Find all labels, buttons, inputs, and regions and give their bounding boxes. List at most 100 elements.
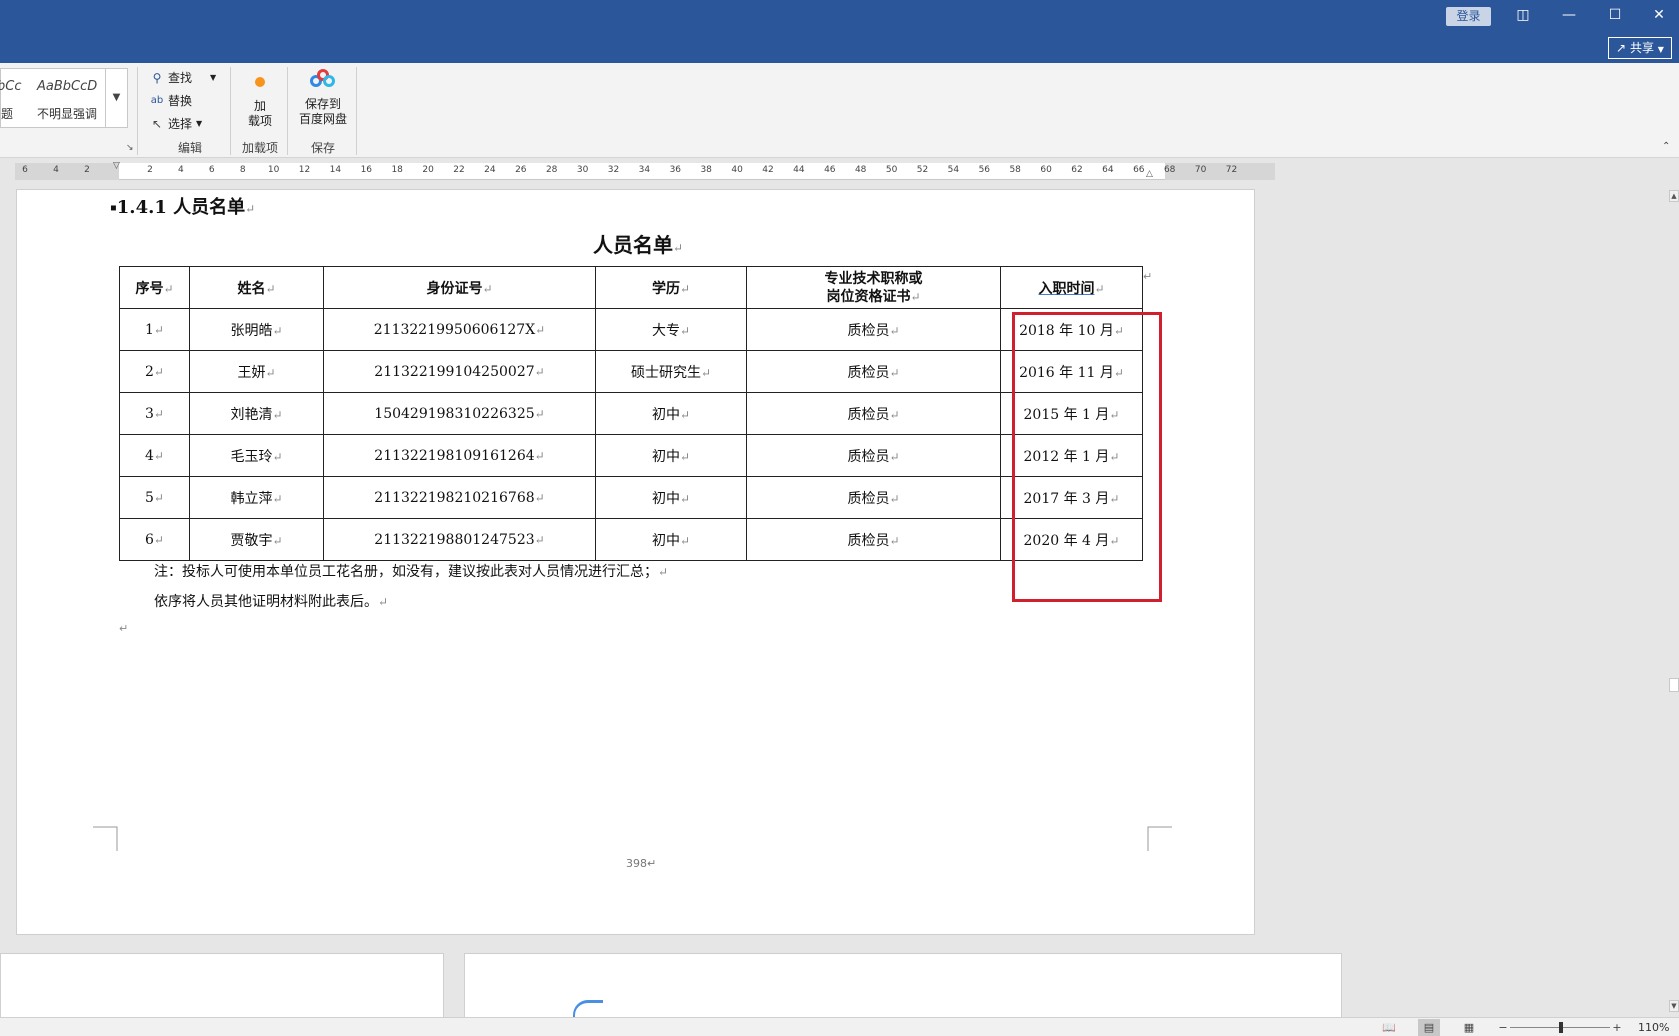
section-heading: ▪1.4.1 人员名单↵ <box>110 197 256 218</box>
ruler-number: 18 <box>391 165 403 175</box>
close-icon[interactable]: ✕ <box>1636 4 1679 26</box>
maximize-icon[interactable]: ☐ <box>1592 4 1638 26</box>
search-icon: ⚲ <box>152 70 162 85</box>
replace-icon: ab <box>150 95 164 106</box>
cell-name: 刘艳清↵ <box>189 392 324 435</box>
cell-name: 贾敬宇↵ <box>189 518 324 561</box>
cell-index: 5↵ <box>119 476 190 519</box>
addins-button[interactable]: 加 载项 <box>242 77 278 129</box>
status-bar: 📖 ▤ ▦ − + 110% <box>0 1017 1679 1036</box>
row-end-mark: ↵ <box>1143 270 1153 283</box>
share-icon: ↗ <box>1616 41 1627 55</box>
save-label-line1: 保存到 <box>304 97 341 111</box>
share-button[interactable]: ↗ 共享 ▼ <box>1608 37 1672 59</box>
ruler-number: 46 <box>824 165 836 175</box>
ruler-number: 40 <box>731 165 743 175</box>
save-to-baidu-button[interactable]: 保存到 百度网盘 <box>295 69 351 127</box>
group-divider <box>356 67 357 155</box>
cell-education: 硕士研究生↵ <box>595 350 747 393</box>
cell-id-number: 21132219950606127X↵ <box>323 308 596 351</box>
table-row: 1↵ 张明皓↵ 21132219950606127X↵ 大专↵ 质检员↵ 2018 年 1… <box>119 308 1143 351</box>
note-line-2: 依序将人员其他证明材料附此表后。↵ <box>154 594 389 610</box>
title-bar: 登录 ◫ — ☐ ✕ ↗ 共享 ▼ <box>0 0 1679 63</box>
ruler-number: 22 <box>453 165 465 175</box>
cell-certificate: 质检员↵ <box>746 350 1001 393</box>
chevron-down-icon: ▼ <box>210 73 217 82</box>
find-label: 查找 <box>168 71 193 85</box>
scroll-up-icon[interactable]: ▲ <box>1669 190 1679 202</box>
cell-education: 大专↵ <box>595 308 747 351</box>
ruler-number: 2 <box>147 165 153 175</box>
gallery-more-icon[interactable]: ▼ <box>105 69 127 127</box>
document-title-text: 人员名单 <box>593 233 673 257</box>
select-label: 选择 <box>168 117 193 131</box>
collapse-ribbon-icon[interactable]: ⌃ <box>1662 141 1670 152</box>
cell-id-number: 211322198801247523↵ <box>323 518 596 561</box>
zoom-in-icon[interactable]: + <box>1606 1019 1628 1036</box>
ruler-margin-right <box>1165 163 1275 180</box>
style-sample-subtle-emphasis[interactable]: AaBbCcD <box>37 79 97 94</box>
cell-certificate: 质检员↵ <box>746 518 1001 561</box>
ribbon-display-options-icon[interactable]: ◫ <box>1500 4 1546 26</box>
header-name: 姓名↵ <box>189 266 324 309</box>
ruler-number: 62 <box>1071 165 1083 175</box>
scroll-down-icon[interactable]: ▼ <box>1669 1000 1679 1012</box>
ruler-number: 28 <box>545 165 558 175</box>
tab-marker-icon[interactable]: △ <box>1146 169 1153 179</box>
web-layout-icon[interactable]: ▦ <box>1458 1019 1480 1036</box>
highlight-annotation-box <box>1012 312 1162 602</box>
cell-education: 初中↵ <box>595 518 747 561</box>
page-number: 398↵ <box>626 857 657 870</box>
ruler-number: 60 <box>1040 165 1052 175</box>
ruler-number: 68 <box>1163 165 1176 175</box>
empty-paragraph-mark: ↵ <box>119 622 129 635</box>
cell-id-number: 211322199104250027↵ <box>323 350 596 393</box>
minimize-icon[interactable]: — <box>1546 4 1592 26</box>
cell-education: 初中↵ <box>595 434 747 477</box>
ribbon: bCc 题 AaBbCcD 不明显强调 ▼ ↘ ⚲ 查找 ▼ ab 替换 ↖ 选… <box>0 63 1679 158</box>
document-title: 人员名单↵ <box>593 233 684 257</box>
ruler-number: 6 <box>22 165 28 175</box>
cell-index: 2↵ <box>119 350 190 393</box>
crop-mark-left <box>93 826 118 851</box>
ruler-number: 72 <box>1225 165 1238 175</box>
replace-button[interactable]: ab 替换 <box>150 92 192 109</box>
editing-group-label: 编辑 <box>177 141 202 155</box>
ruler-number: 70 <box>1194 165 1207 175</box>
header-id-number: 身份证号↵ <box>323 266 596 309</box>
table-row: 5↵ 韩立萍↵ 211322198210216768↵ 初中↵ 质检员↵ 2017 年 3… <box>119 476 1143 519</box>
login-button[interactable]: 登录 <box>1446 7 1491 26</box>
note-line-1: 注：投标人可使用本单位员工花名册，如没有，建议按此表对人员情况进行汇总；↵ <box>154 564 669 580</box>
zoom-level[interactable]: 110% <box>1638 1021 1669 1034</box>
ruler-number: 30 <box>576 165 589 175</box>
zoom-slider-thumb[interactable] <box>1559 1022 1563 1033</box>
table-row: 4↵ 毛玉玲↵ 211322198109161264↵ 初中↵ 质检员↵ 2012 年 1… <box>119 434 1143 477</box>
cursor-icon: ↖ <box>151 116 163 131</box>
baidu-cloud-icon <box>310 69 336 91</box>
style-name-subtle-emphasis: 不明显强调 <box>37 107 98 121</box>
ruler-number: 16 <box>360 165 373 175</box>
style-sample-heading[interactable]: bCc <box>0 79 21 94</box>
cell-id-number: 211322198109161264↵ <box>323 434 596 477</box>
find-button[interactable]: ⚲ 查找 ▼ <box>150 69 217 86</box>
chevron-down-icon: ▼ <box>1657 45 1664 54</box>
header-certificate: 专业技术职称或 岗位资格证书↵ <box>746 266 1001 309</box>
select-button[interactable]: ↖ 选择 ▼ <box>150 115 202 132</box>
ruler-number: 10 <box>267 165 280 175</box>
save-group-label: 保存 <box>310 141 335 155</box>
indent-marker-icon[interactable]: ▽ <box>113 161 120 171</box>
print-layout-icon[interactable]: ▤ <box>1418 1019 1440 1036</box>
vertical-scrollbar[interactable] <box>1668 189 1679 1019</box>
table-header-row: 序号↵ 姓名↵ 身份证号↵ 学历↵ 专业技术职称或 岗位资格证书↵ 入职时间↵ <box>119 266 1143 309</box>
cell-id-number: 150429198310226325↵ <box>323 392 596 435</box>
ruler-number: 34 <box>638 165 651 175</box>
horizontal-ruler[interactable]: 6 4 2 2 4 6 8 10 12 14 16 18 20 22 24 26 28 30 32 34 36 38 40 4… <box>15 161 1275 180</box>
styles-gallery[interactable]: bCc 题 AaBbCcD 不明显强调 ▼ <box>0 68 128 128</box>
header-index: 序号↵ <box>119 266 190 309</box>
replace-label: 替换 <box>168 94 193 108</box>
ruler-number: 6 <box>208 165 215 175</box>
scroll-thumb[interactable] <box>1669 678 1679 692</box>
styles-dialog-launcher-icon[interactable]: ↘ <box>126 143 134 153</box>
read-mode-icon[interactable]: 📖 <box>1378 1019 1400 1036</box>
header-hire-date: 入职时间↵ <box>1000 266 1143 309</box>
